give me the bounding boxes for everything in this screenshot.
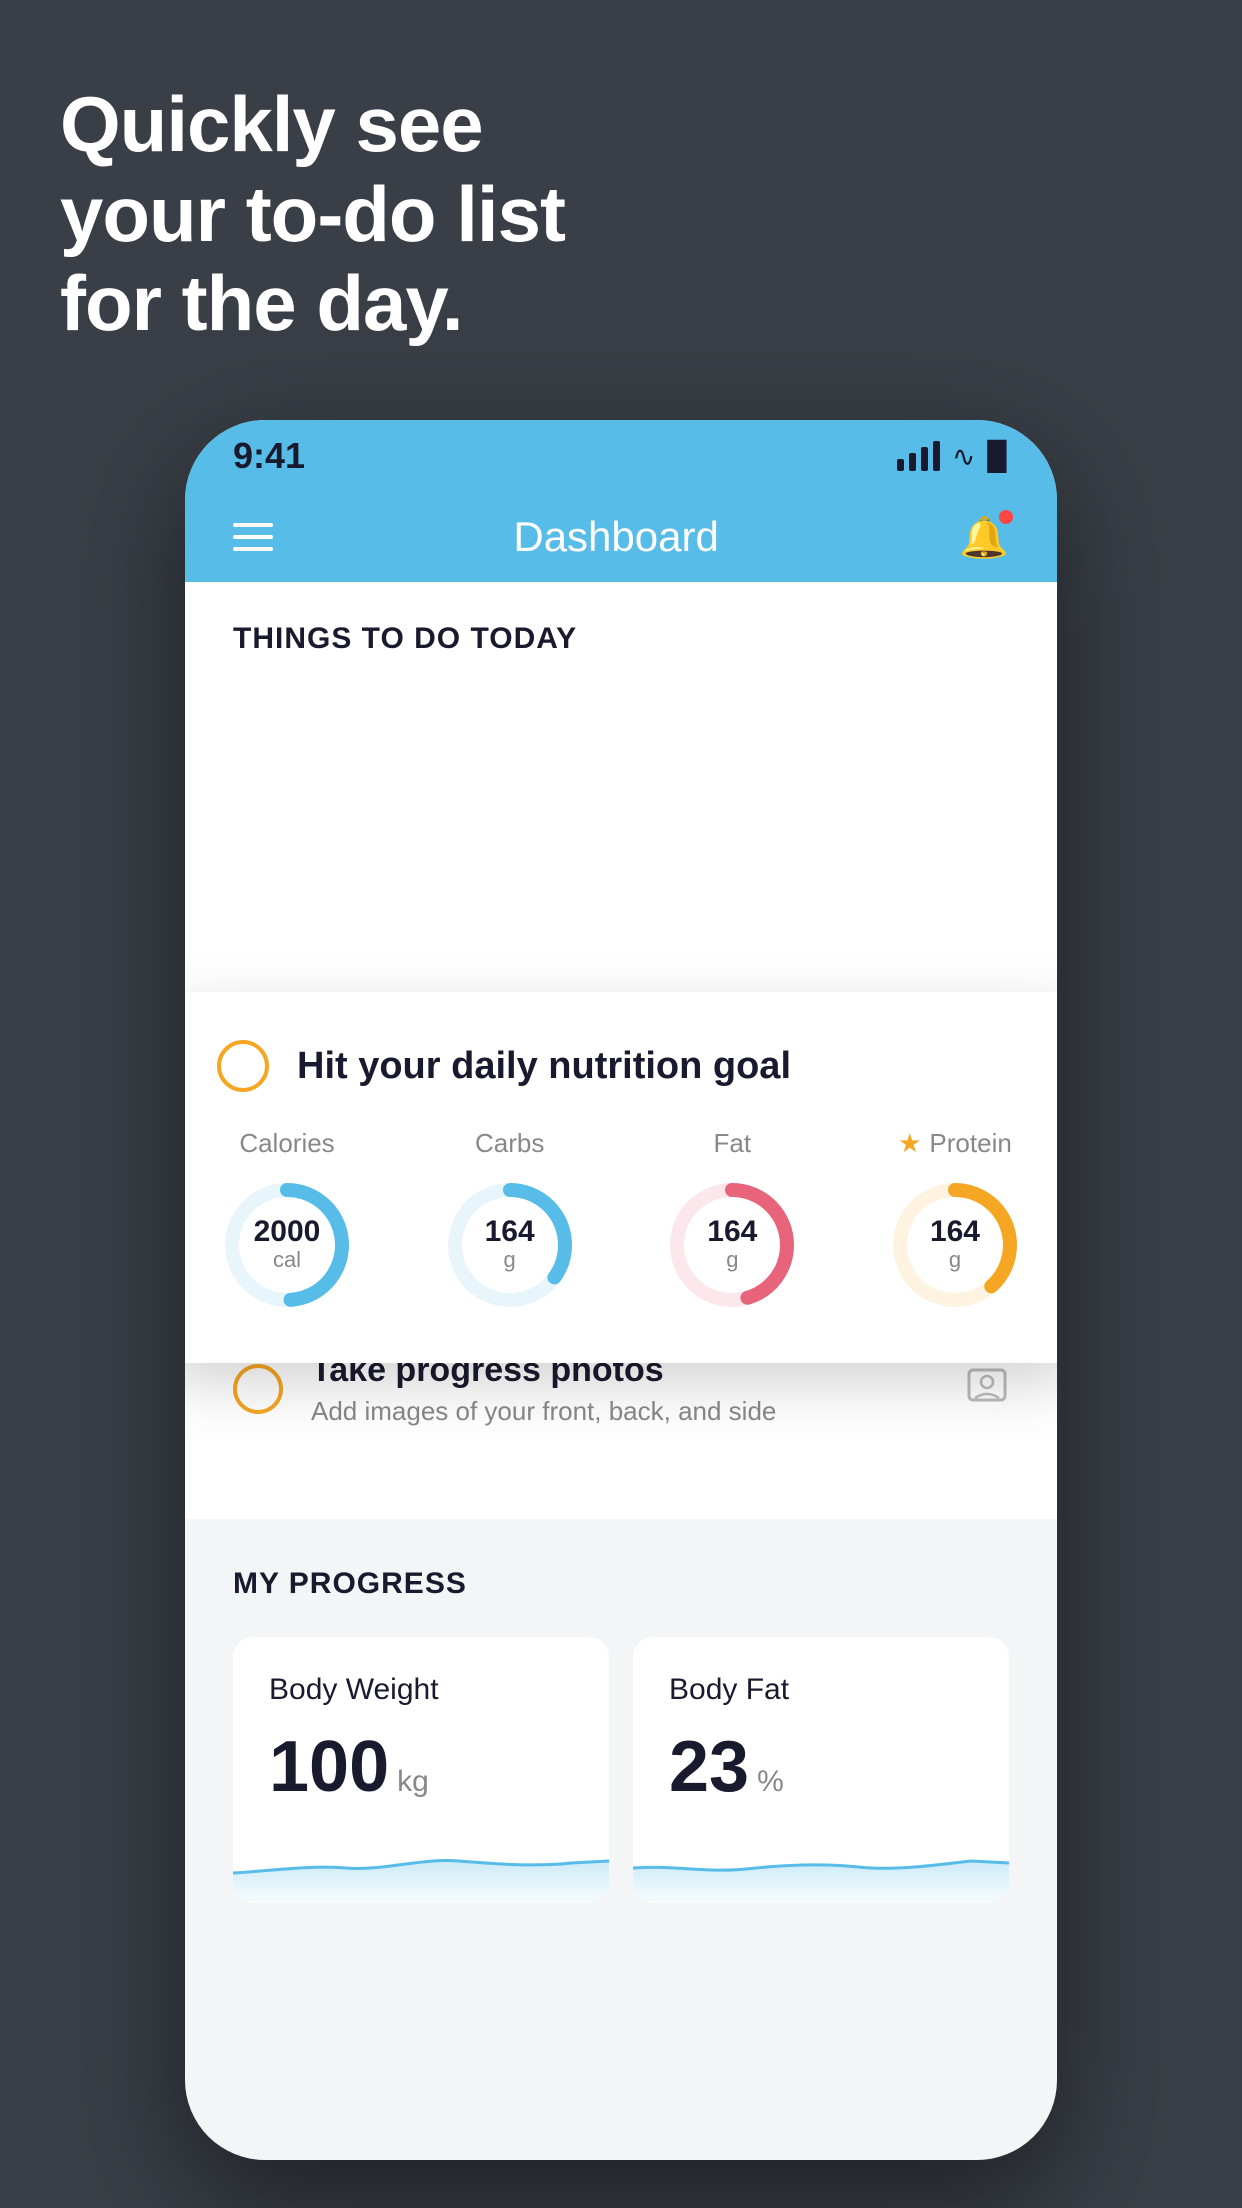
progress-title: MY PROGRESS	[233, 1567, 1009, 1601]
fat-value: 164	[707, 1217, 757, 1247]
protein-star-icon: ★	[898, 1128, 921, 1159]
body-fat-chart	[633, 1823, 1009, 1903]
notification-dot	[999, 510, 1013, 524]
fat-label: Fat	[714, 1128, 752, 1159]
main-content: THINGS TO DO TODAY Hit your daily nutrit…	[185, 582, 1057, 1943]
headline-text: Quickly see your to-do list for the day.	[60, 80, 565, 349]
nutrition-check-circle[interactable]	[217, 1040, 269, 1092]
phone-mockup: 9:41 ∿ ▉ Dashboard 🔔 THINGS TO DO TODAY	[185, 420, 1057, 2160]
progress-section: MY PROGRESS Body Weight 100 kg	[185, 1519, 1057, 1943]
body-weight-title: Body Weight	[269, 1673, 573, 1707]
nutrition-card: Hit your daily nutrition goal Calories 2…	[185, 992, 1057, 1363]
status-time: 9:41	[233, 435, 305, 477]
battery-icon: ▉	[987, 440, 1009, 473]
body-fat-title: Body Fat	[669, 1673, 973, 1707]
protein-label: ★ Protein	[898, 1128, 1012, 1159]
calories-unit: cal	[254, 1247, 321, 1273]
calories-value: 2000	[254, 1217, 321, 1247]
protein-value: 164	[930, 1217, 980, 1247]
fat-unit: g	[707, 1247, 757, 1273]
photos-subtitle: Add images of your front, back, and side	[311, 1396, 937, 1427]
nav-title: Dashboard	[513, 513, 718, 561]
body-weight-card[interactable]: Body Weight 100 kg	[233, 1637, 609, 1903]
body-fat-card[interactable]: Body Fat 23 %	[633, 1637, 1009, 1903]
wifi-icon: ∿	[952, 440, 975, 473]
protein-item: ★ Protein 164 g	[885, 1128, 1025, 1315]
fat-item: Fat 164 g	[662, 1128, 802, 1315]
carbs-donut: 164 g	[440, 1175, 580, 1315]
body-weight-unit: kg	[397, 1765, 429, 1799]
status-bar: 9:41 ∿ ▉	[185, 420, 1057, 492]
body-weight-chart	[233, 1823, 609, 1903]
protein-donut: 164 g	[885, 1175, 1025, 1315]
hamburger-menu[interactable]	[233, 523, 273, 551]
carbs-item: Carbs 164 g	[440, 1128, 580, 1315]
calories-label: Calories	[239, 1128, 334, 1159]
fat-donut: 164 g	[662, 1175, 802, 1315]
nutrition-card-title: Hit your daily nutrition goal	[297, 1045, 791, 1088]
carbs-value: 164	[485, 1217, 535, 1247]
signal-icon	[897, 441, 940, 471]
body-weight-value: 100	[269, 1731, 389, 1803]
body-fat-unit: %	[757, 1765, 784, 1799]
progress-cards: Body Weight 100 kg	[233, 1637, 1009, 1903]
nutrition-row: Calories 2000 cal Carbs	[217, 1128, 1025, 1315]
protein-unit: g	[930, 1247, 980, 1273]
status-icons: ∿ ▉	[897, 440, 1009, 473]
bell-icon[interactable]: 🔔	[959, 514, 1009, 561]
calories-item: Calories 2000 cal	[217, 1128, 357, 1315]
body-fat-value: 23	[669, 1731, 749, 1803]
photo-person-icon	[965, 1362, 1009, 1416]
carbs-unit: g	[485, 1247, 535, 1273]
nav-bar: Dashboard 🔔	[185, 492, 1057, 582]
photos-check-circle	[233, 1364, 283, 1414]
calories-donut: 2000 cal	[217, 1175, 357, 1315]
carbs-label: Carbs	[475, 1128, 544, 1159]
things-to-do-header: THINGS TO DO TODAY	[185, 582, 1057, 676]
